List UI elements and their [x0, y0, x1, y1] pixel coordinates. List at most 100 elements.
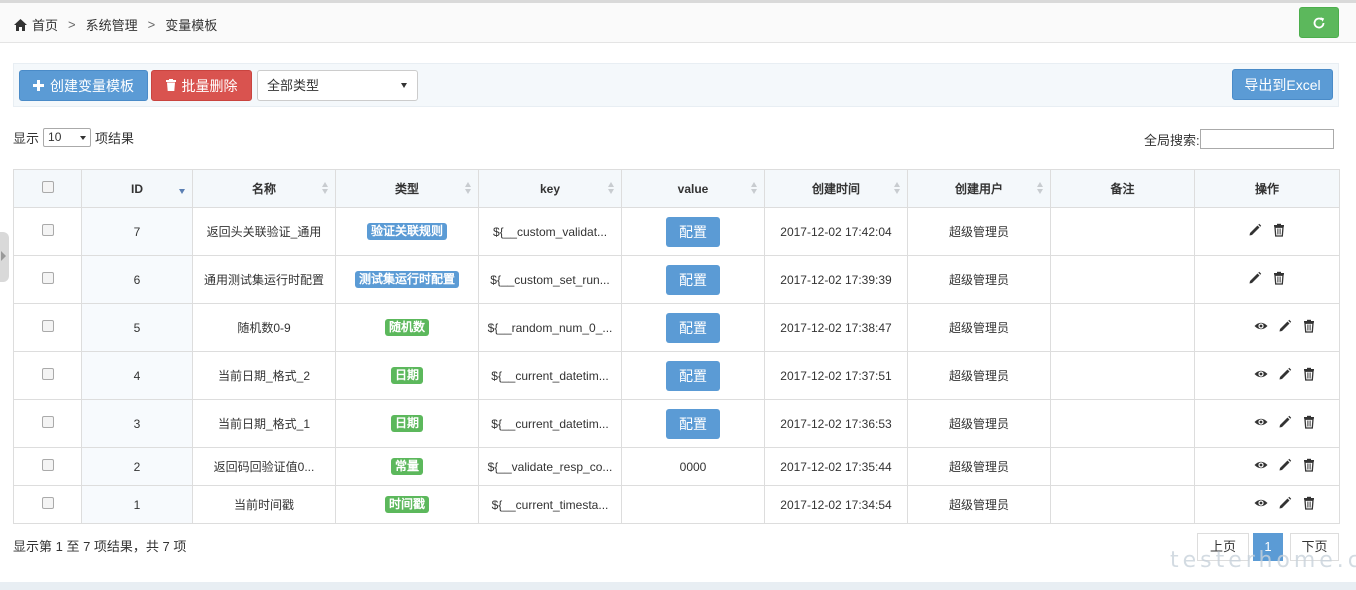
type-badge: 随机数 [384, 319, 429, 336]
row-checkbox[interactable] [41, 224, 54, 236]
remark-cell [1050, 303, 1195, 352]
export-excel-label: 导出到Excel [1244, 76, 1321, 93]
chevron-down-icon [401, 83, 407, 88]
row-key: ${__current_datetim... [491, 416, 609, 431]
col-user[interactable]: 创建用户 [907, 169, 1051, 208]
row-user: 超级管理员 [948, 460, 1009, 474]
col-key-label: key [539, 181, 561, 196]
row-name: 返回码回验证值0... [213, 460, 315, 474]
plus-icon [33, 78, 44, 94]
col-key[interactable]: key [478, 169, 622, 208]
row-checkbox[interactable] [41, 416, 54, 428]
user-cell: 超级管理员 [907, 303, 1051, 352]
key-cell: ${__validate_resp_co... [478, 447, 622, 486]
view-icon[interactable] [1254, 415, 1268, 429]
value-cell: 配置 [621, 207, 765, 256]
create-template-button[interactable]: 创建变量模板 [19, 70, 148, 101]
created-cell: 2017-12-02 17:35:44 [764, 447, 908, 486]
page-length-control: 显示 10 项结果 [13, 128, 134, 147]
config-value-button[interactable]: 配置 [666, 408, 720, 439]
type-badge: 日期 [390, 367, 423, 384]
col-type[interactable]: 类型 [335, 169, 479, 208]
row-name: 随机数0-9 [237, 321, 291, 335]
user-cell: 超级管理员 [907, 351, 1051, 400]
edit-icon[interactable] [1278, 367, 1292, 381]
row-checkbox[interactable] [41, 459, 54, 471]
ops-cell [1194, 351, 1340, 400]
type-badge: 验证关联规则 [366, 223, 447, 240]
row-actions [1248, 271, 1286, 285]
name-cell: 返回头关联验证_通用 [192, 207, 336, 256]
batch-delete-button[interactable]: 批量删除 [151, 70, 252, 101]
remark-cell [1050, 447, 1195, 486]
edit-icon[interactable] [1248, 271, 1262, 285]
select-all-checkbox[interactable] [41, 181, 54, 193]
name-cell: 随机数0-9 [192, 303, 336, 352]
row-checkbox[interactable] [41, 320, 54, 332]
delete-icon[interactable] [1302, 415, 1316, 429]
row-checkbox[interactable] [41, 368, 54, 380]
edit-icon[interactable] [1278, 458, 1292, 472]
row-checkbox[interactable] [41, 497, 54, 509]
view-icon[interactable] [1254, 319, 1268, 333]
table-row: 4 当前日期_格式_2 日期 ${__current_datetim... 配置 2017… [13, 351, 1340, 400]
select-cell [13, 447, 82, 486]
col-created[interactable]: 创建时间 [764, 169, 908, 208]
view-icon[interactable] [1254, 496, 1268, 510]
key-cell: ${__custom_validat... [478, 207, 622, 256]
col-type-label: 类型 [394, 182, 419, 196]
col-value[interactable]: value [621, 169, 765, 208]
edit-icon[interactable] [1278, 496, 1292, 510]
ops-cell [1194, 255, 1340, 304]
search-label: 全局搜索: [1144, 132, 1200, 148]
config-value-button[interactable]: 配置 [666, 216, 720, 247]
page-length-select[interactable]: 10 [43, 128, 92, 147]
search-input[interactable] [1199, 129, 1334, 149]
delete-icon[interactable] [1302, 496, 1316, 510]
remark-cell [1050, 485, 1195, 524]
view-icon[interactable] [1254, 458, 1268, 472]
row-checkbox[interactable] [41, 272, 54, 284]
type-badge: 测试集运行时配置 [354, 271, 459, 288]
select-cell [13, 255, 82, 304]
breadcrumb-home[interactable]: 首页 [32, 15, 58, 34]
row-created: 2017-12-02 17:38:47 [780, 320, 892, 335]
edit-icon[interactable] [1278, 319, 1292, 333]
key-cell: ${__custom_set_run... [478, 255, 622, 304]
sidebar-toggle[interactable] [0, 232, 9, 282]
row-created: 2017-12-02 17:39:39 [780, 272, 892, 287]
row-created: 2017-12-02 17:34:54 [780, 497, 892, 512]
config-value-button[interactable]: 配置 [666, 264, 720, 295]
table-row: 7 返回头关联验证_通用 验证关联规则 ${__custom_validat... 配置… [13, 207, 1340, 256]
col-name-label: 名称 [251, 182, 276, 196]
refresh-button[interactable] [1299, 7, 1339, 38]
id-cell: 1 [81, 485, 193, 524]
delete-icon[interactable] [1302, 367, 1316, 381]
row-created: 2017-12-02 17:36:53 [780, 416, 892, 431]
col-remark: 备注 [1050, 169, 1195, 208]
delete-icon[interactable] [1272, 271, 1286, 285]
view-icon[interactable] [1254, 367, 1268, 381]
export-excel-button[interactable]: 导出到Excel [1232, 69, 1333, 100]
row-id: 2 [133, 459, 141, 474]
breadcrumb-current: 变量模板 [165, 18, 218, 33]
breadcrumb: 首页 > 系统管理 > 变量模板 [14, 15, 217, 34]
config-value-button[interactable]: 配置 [666, 360, 720, 391]
breadcrumb-system[interactable]: 系统管理 [86, 15, 138, 34]
value-cell: 0000 [621, 447, 765, 486]
config-value-button[interactable]: 配置 [666, 312, 720, 343]
type-cell: 测试集运行时配置 [335, 255, 479, 304]
row-user: 超级管理员 [948, 369, 1009, 383]
edit-icon[interactable] [1248, 223, 1262, 237]
delete-icon[interactable] [1272, 223, 1286, 237]
sort-icon [608, 182, 615, 194]
delete-icon[interactable] [1302, 319, 1316, 333]
col-name[interactable]: 名称 [192, 169, 336, 208]
breadcrumb-separator: > [68, 17, 76, 32]
page-length-value: 10 [48, 130, 62, 144]
col-id[interactable]: ID [81, 169, 193, 208]
key-cell: ${__current_timesta... [478, 485, 622, 524]
delete-icon[interactable] [1302, 458, 1316, 472]
edit-icon[interactable] [1278, 415, 1292, 429]
type-filter-select[interactable]: 全部类型 [257, 70, 418, 101]
